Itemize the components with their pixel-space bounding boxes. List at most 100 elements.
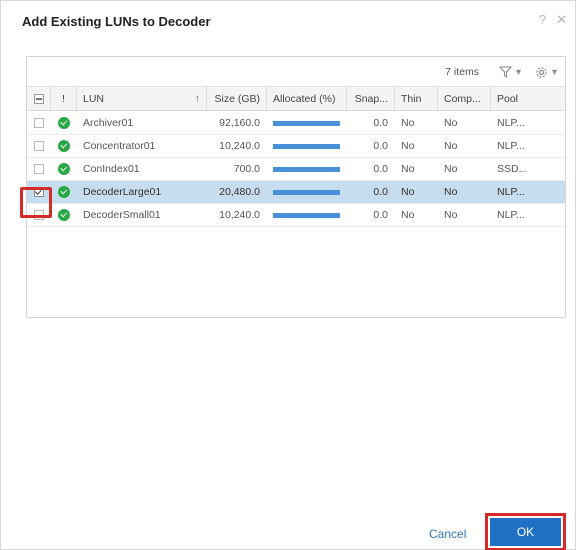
allocation-bar-fill [273, 189, 340, 195]
table-row[interactable]: DecoderSmall01 10,240.0 0.0 No No NLP... [27, 204, 565, 227]
lun-comp: No [444, 163, 458, 175]
lun-thin: No [401, 163, 415, 175]
row-checkbox[interactable] [33, 164, 44, 174]
row-checkbox-cell [27, 112, 51, 134]
row-checkbox-cell [27, 135, 51, 157]
lun-snap: 0.0 [373, 117, 388, 129]
lun-pool: NLP... [497, 140, 525, 152]
status-cell [51, 204, 77, 226]
lun-pool: NLP... [497, 186, 525, 198]
lun-comp: No [444, 117, 458, 129]
cancel-button[interactable]: Cancel [429, 527, 466, 541]
lun-snap: 0.0 [373, 163, 388, 175]
lun-thin: No [401, 186, 415, 198]
grid-header: ! LUN ↑ Size (GB) Allocated (%) Snap... … [27, 87, 565, 111]
sort-ascending-icon: ↑ [194, 92, 201, 105]
allocation-bar [273, 143, 340, 149]
table-row[interactable]: DecoderLarge01 20,480.0 0.0 No No NLP... [27, 181, 565, 204]
lun-comp: No [444, 140, 458, 152]
lun-name: ConIndex01 [83, 163, 140, 175]
settings-button[interactable]: ▾ [535, 63, 557, 81]
item-count: 7 items [445, 66, 479, 78]
status-cell [51, 135, 77, 157]
allocated-cell [267, 181, 347, 203]
lun-pool: NLP... [497, 117, 525, 129]
status-ok-icon [57, 117, 70, 129]
row-checkbox[interactable] [33, 187, 44, 197]
status-ok-icon [57, 186, 70, 198]
lun-name: DecoderSmall01 [83, 209, 161, 221]
row-checkbox-cell [27, 158, 51, 180]
status-cell [51, 181, 77, 203]
ok-button-highlight: OK [485, 513, 566, 550]
title-controls: ? ✕ [539, 13, 567, 27]
select-all-checkbox[interactable] [33, 93, 44, 104]
status-ok-icon [57, 140, 70, 152]
lun-size: 92,160.0 [219, 117, 260, 129]
table-row[interactable]: Concentrator01 10,240.0 0.0 No No NLP... [27, 135, 565, 158]
allocated-cell [267, 204, 347, 226]
lun-size: 700.0 [233, 163, 260, 175]
allocation-bar-fill [273, 143, 340, 149]
allocated-cell [267, 135, 347, 157]
add-existing-luns-dialog: Add Existing LUNs to Decoder ? ✕ 7 items… [0, 0, 576, 550]
column-header-thin[interactable]: Thin [395, 87, 438, 110]
row-checkbox-cell [27, 204, 51, 226]
select-all-cell[interactable] [27, 87, 51, 110]
row-checkbox[interactable] [33, 210, 44, 220]
gear-icon [536, 66, 547, 78]
status-ok-icon [57, 209, 70, 221]
column-header-snap[interactable]: Snap... [347, 87, 395, 110]
filter-button[interactable]: ▾ [498, 63, 521, 81]
allocation-bar [273, 166, 340, 172]
status-ok-icon [57, 163, 70, 175]
allocation-bar [273, 212, 340, 218]
lun-thin: No [401, 117, 415, 129]
lun-size: 10,240.0 [219, 209, 260, 221]
column-header-pool[interactable]: Pool [491, 87, 565, 110]
ok-button[interactable]: OK [490, 518, 561, 546]
lun-snap: 0.0 [373, 209, 388, 221]
lun-pool: NLP... [497, 209, 525, 221]
allocation-bar [273, 189, 340, 195]
row-checkbox[interactable] [33, 141, 44, 151]
status-cell [51, 112, 77, 134]
status-cell [51, 158, 77, 180]
lun-pool: SSD... [497, 163, 528, 175]
filter-caret: ▾ [515, 66, 521, 78]
dialog-title-bar: Add Existing LUNs to Decoder ? ✕ [1, 1, 575, 41]
grid-body: Archiver01 92,160.0 0.0 No No NLP... Con… [27, 112, 565, 227]
settings-caret: ▾ [551, 66, 557, 78]
allocated-cell [267, 112, 347, 134]
column-header-status[interactable]: ! [51, 87, 77, 110]
allocation-bar [273, 120, 340, 126]
lun-name: Archiver01 [83, 117, 134, 129]
lun-snap: 0.0 [373, 140, 388, 152]
lun-size: 20,480.0 [219, 186, 260, 198]
lun-name: Concentrator01 [83, 140, 156, 152]
allocation-bar-fill [273, 120, 340, 126]
lun-comp: No [444, 186, 458, 198]
table-row[interactable]: Archiver01 92,160.0 0.0 No No NLP... [27, 112, 565, 135]
column-header-lun[interactable]: LUN ↑ [77, 87, 207, 110]
column-header-lun-label: LUN [83, 92, 105, 105]
column-header-allocated[interactable]: Allocated (%) [267, 87, 347, 110]
grid-toolbar: 7 items ▾ ▾ [27, 57, 565, 87]
column-header-size[interactable]: Size (GB) [207, 87, 267, 110]
lun-grid: 7 items ▾ ▾ ! LUN ↑ Size (GB) Allocated … [26, 56, 566, 318]
lun-comp: No [444, 209, 458, 221]
lun-thin: No [401, 209, 415, 221]
lun-size: 10,240.0 [219, 140, 260, 152]
column-header-comp[interactable]: Comp... [438, 87, 491, 110]
filter-icon [498, 66, 512, 78]
help-icon[interactable]: ? [539, 13, 546, 27]
lun-snap: 0.0 [373, 186, 388, 198]
dialog-title: Add Existing LUNs to Decoder [22, 14, 211, 29]
close-icon[interactable]: ✕ [556, 13, 567, 27]
allocated-cell [267, 158, 347, 180]
table-row[interactable]: ConIndex01 700.0 0.0 No No SSD... [27, 158, 565, 181]
row-checkbox[interactable] [33, 118, 44, 128]
lun-thin: No [401, 140, 415, 152]
row-checkbox-cell [27, 181, 51, 203]
allocation-bar-fill [273, 166, 340, 172]
